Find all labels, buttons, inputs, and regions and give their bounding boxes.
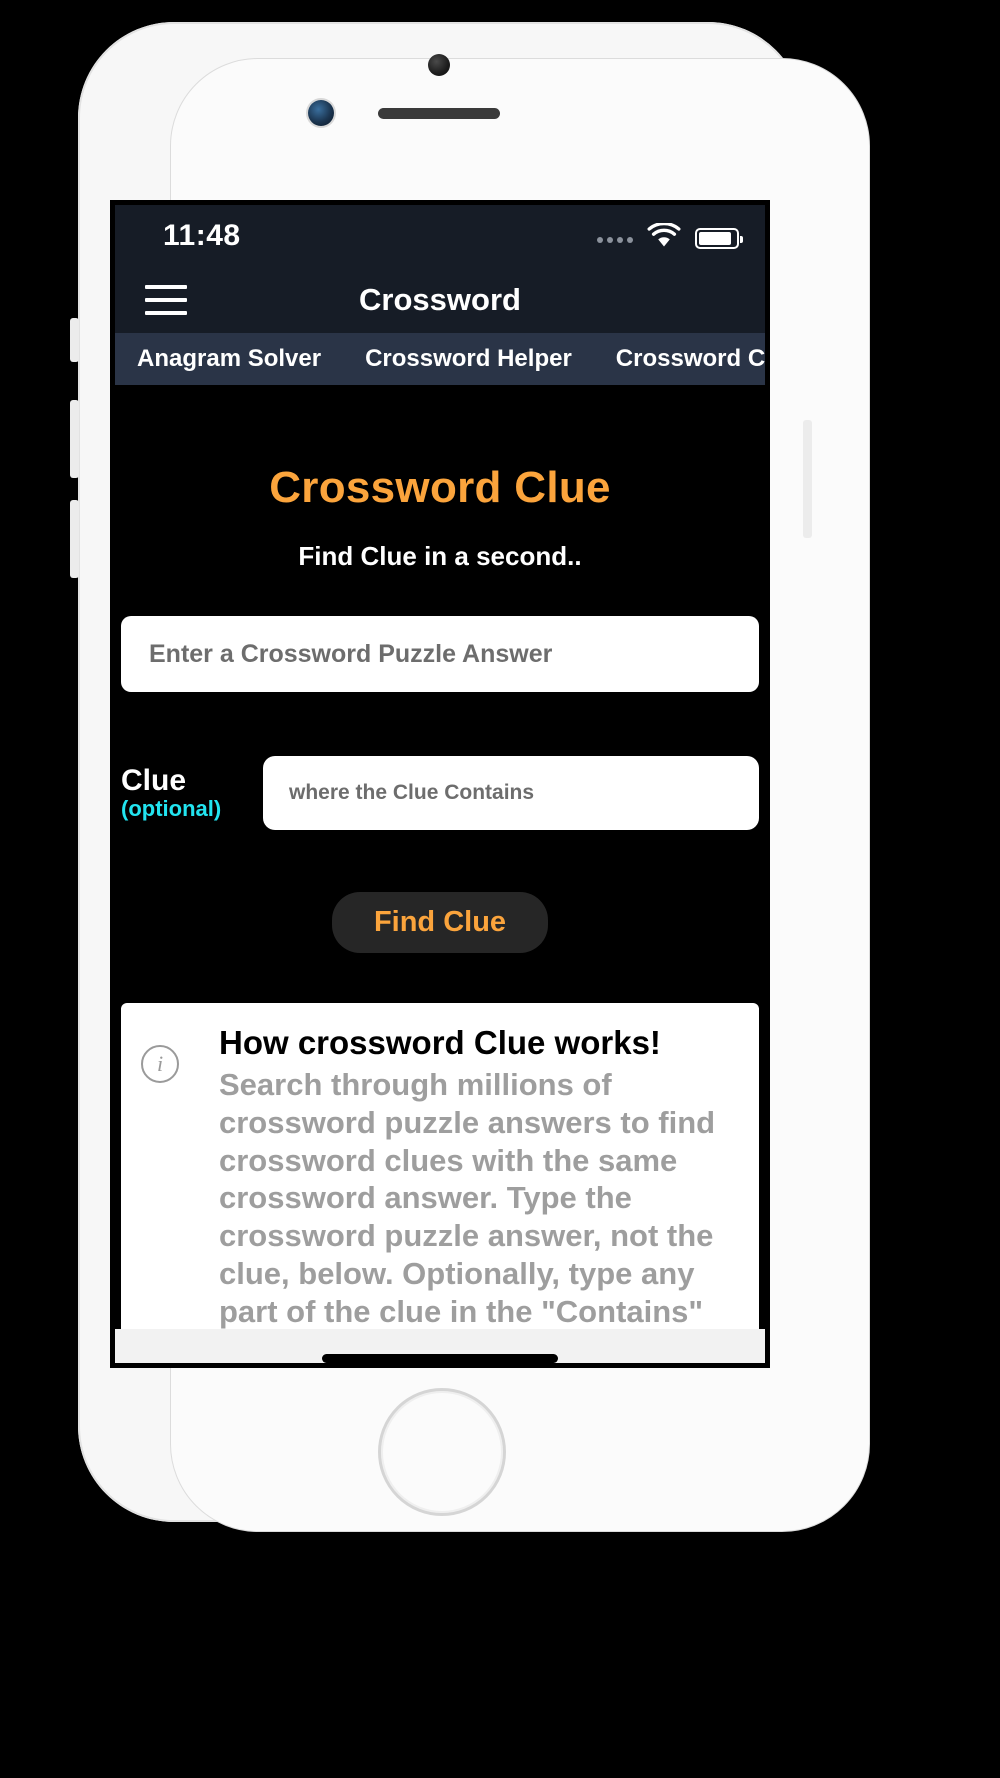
info-card-heading: How crossword Clue works! xyxy=(219,1024,661,1061)
main-content: Crossword Clue Find Clue in a second.. E… xyxy=(115,385,765,1363)
volume-up-button[interactable] xyxy=(70,400,79,478)
signal-dots-icon xyxy=(597,237,633,249)
tab-crossword-helper[interactable]: Crossword Helper xyxy=(343,345,594,373)
home-indicator-bar[interactable] xyxy=(115,1354,765,1363)
info-text-column: How crossword Clue works! Search through… xyxy=(219,1024,739,1363)
status-indicators xyxy=(597,223,743,249)
tab-bar[interactable]: Anagram Solver Crossword Helper Crosswor… xyxy=(115,333,765,385)
info-card-body: Search through millions of crossword puz… xyxy=(219,1066,716,1363)
clue-input[interactable]: where the Clue Contains xyxy=(263,756,759,830)
battery-icon xyxy=(695,228,743,249)
clue-row: Clue (optional) where the Clue Contains xyxy=(115,756,765,830)
clue-optional-label: (optional) xyxy=(121,795,222,821)
power-button[interactable] xyxy=(803,420,812,538)
answer-input-placeholder: Enter a Crossword Puzzle Answer xyxy=(149,639,553,668)
earpiece-speaker-icon xyxy=(378,108,500,119)
info-circle-icon: i xyxy=(141,1045,179,1083)
status-time: 11:48 xyxy=(163,219,241,252)
hero-subtitle: Find Clue in a second.. xyxy=(298,541,582,571)
info-icon-column: i xyxy=(141,1025,219,1363)
tab-crossword-clue[interactable]: Crossword Clue xyxy=(594,345,765,373)
page-title: Crossword xyxy=(359,282,521,317)
find-button-wrap: Find Clue xyxy=(115,892,765,953)
wifi-icon xyxy=(647,223,681,247)
status-bar: 11:48 xyxy=(115,205,765,267)
clue-label: Clue xyxy=(121,764,187,798)
answer-input[interactable]: Enter a Crossword Puzzle Answer xyxy=(121,616,759,692)
info-card: i How crossword Clue works! Search throu… xyxy=(121,1003,759,1363)
hero-title: Crossword Clue xyxy=(269,463,611,512)
app-bar: Crossword xyxy=(115,267,765,333)
camera-lens-icon xyxy=(308,100,334,126)
home-button[interactable] xyxy=(378,1388,506,1516)
silent-switch[interactable] xyxy=(70,318,79,362)
volume-down-button[interactable] xyxy=(70,500,79,578)
hamburger-menu-icon[interactable] xyxy=(145,285,187,315)
find-clue-button[interactable]: Find Clue xyxy=(331,892,549,953)
phone-screen: 11:48 Crossword Anagram Solver Crossword… xyxy=(110,200,770,1368)
front-camera-icon xyxy=(428,54,450,76)
clue-input-placeholder: where the Clue Contains xyxy=(289,781,535,804)
tab-anagram-solver[interactable]: Anagram Solver xyxy=(115,345,343,373)
clue-label-group: Clue (optional) xyxy=(121,765,263,821)
battery-fill xyxy=(699,232,732,245)
